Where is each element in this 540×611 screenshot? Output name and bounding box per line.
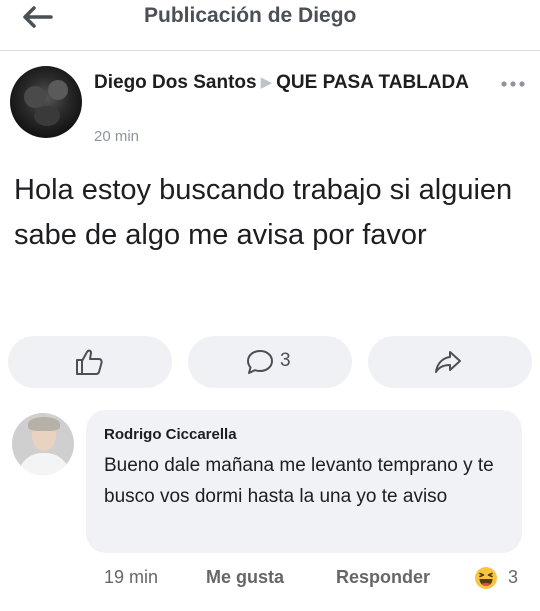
- thumbs-up-icon: [76, 349, 103, 375]
- post-body: Hola estoy buscando trabajo si alguien s…: [14, 174, 513, 251]
- share-button[interactable]: [368, 336, 532, 388]
- post-author-name[interactable]: Diego Dos Santos: [94, 72, 257, 93]
- post-author-avatar[interactable]: [10, 66, 82, 138]
- comment-author-name[interactable]: Rodrigo Ciccarella: [104, 426, 237, 443]
- comment-bubble: Rodrigo Ciccarella Bueno dale mañana me …: [86, 410, 522, 553]
- comment-count: 3: [280, 350, 291, 371]
- like-button[interactable]: [8, 336, 172, 388]
- triangle-right-icon: ▶: [260, 74, 273, 91]
- comment-timestamp[interactable]: 19 min: [104, 567, 158, 588]
- post-timestamp[interactable]: 20 min: [94, 128, 139, 145]
- post-header: Diego Dos Santos ▶ QUE PASA TABLADA: [94, 70, 474, 96]
- haha-emoji-icon[interactable]: [474, 566, 498, 590]
- reaction-count[interactable]: 3: [508, 567, 518, 588]
- top-bar: Publicación de Diego: [0, 0, 540, 51]
- arrow-left-icon[interactable]: [20, 4, 54, 30]
- comment-reply-link[interactable]: Responder: [336, 567, 430, 588]
- comment-body: Bueno dale mañana me levanto temprano y …: [104, 455, 494, 507]
- page-title: Publicación de Diego: [144, 4, 357, 27]
- share-icon: [435, 351, 461, 373]
- comment-icon: [247, 350, 273, 374]
- more-options-icon[interactable]: [500, 80, 526, 88]
- post-group-name[interactable]: QUE PASA TABLADA: [276, 72, 469, 93]
- comment-author-avatar[interactable]: [12, 413, 74, 475]
- comment-button[interactable]: 3: [188, 336, 352, 388]
- comment-like-link[interactable]: Me gusta: [206, 567, 284, 588]
